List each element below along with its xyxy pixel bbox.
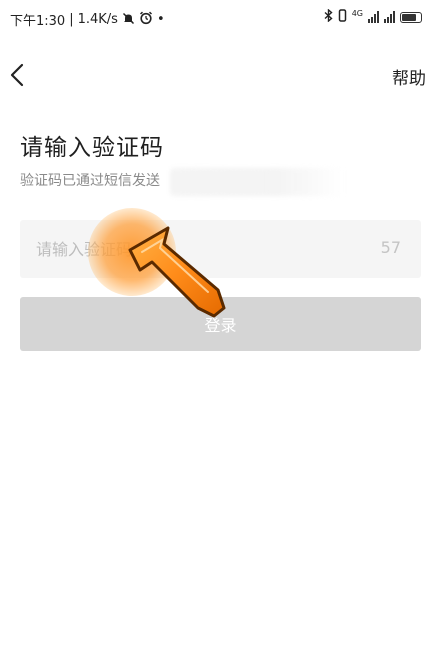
network-type-label: 4G bbox=[351, 9, 363, 18]
verification-code-input[interactable] bbox=[20, 219, 338, 279]
battery-icon bbox=[400, 11, 422, 23]
phone-number-mask bbox=[170, 168, 345, 196]
back-button[interactable] bbox=[2, 58, 32, 92]
verification-code-field[interactable]: 57 bbox=[20, 219, 421, 279]
help-link[interactable]: 帮助 bbox=[392, 64, 426, 89]
verification-page: 下午1:30 | 1.4K/s • 4G 帮助 请输入验证码 验证码已通过短信发… bbox=[0, 0, 430, 663]
vibrate-icon bbox=[338, 9, 347, 25]
signal-strength-icon-2 bbox=[384, 11, 395, 23]
status-time: 下午1:30 bbox=[10, 14, 66, 29]
mute-bell-icon bbox=[122, 12, 135, 28]
status-bar: 下午1:30 | 1.4K/s • 4G bbox=[0, 0, 430, 40]
status-right: 4G bbox=[324, 8, 422, 25]
login-button[interactable]: 登录 bbox=[20, 297, 421, 351]
status-divider: | bbox=[69, 12, 74, 27]
alarm-clock-icon bbox=[139, 11, 153, 28]
chevron-left-icon bbox=[10, 63, 24, 87]
page-title: 请输入验证码 bbox=[20, 135, 164, 161]
signal-strength-icon-1 bbox=[368, 11, 379, 23]
status-left: 下午1:30 | 1.4K/s • bbox=[10, 10, 165, 29]
status-speed: 1.4K/s bbox=[77, 12, 118, 27]
sms-sent-hint: 验证码已通过短信发送 bbox=[20, 173, 160, 189]
status-dot: • bbox=[156, 12, 165, 27]
bluetooth-icon bbox=[324, 8, 333, 25]
resend-countdown: 57 bbox=[380, 238, 401, 257]
